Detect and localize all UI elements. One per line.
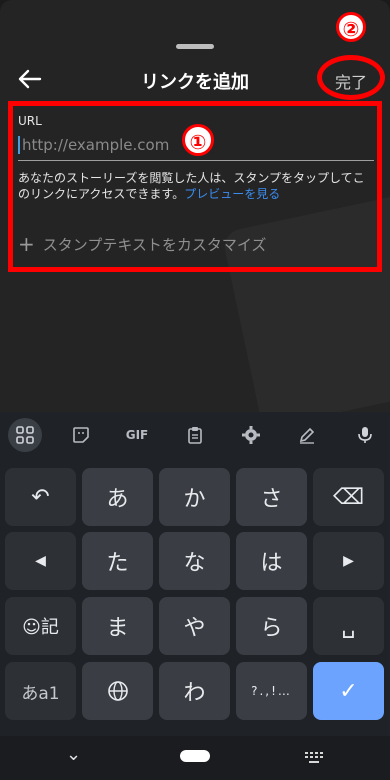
keyboard-toolbar: GIF [0, 412, 390, 458]
punctuation-key[interactable]: ?.,!… [236, 662, 307, 720]
key-ka[interactable]: か [159, 468, 230, 526]
key-ha[interactable]: は [236, 532, 307, 590]
clipboard-icon[interactable] [178, 418, 212, 452]
grid-icon[interactable] [8, 418, 42, 452]
plus-icon: + [18, 232, 35, 256]
key-ma[interactable]: ま [82, 597, 153, 655]
keyboard-icon[interactable] [304, 750, 324, 769]
sticker-icon[interactable] [64, 418, 98, 452]
key-ta[interactable]: た [82, 532, 153, 590]
annotation-number-2: ② [336, 12, 366, 42]
mic-icon[interactable] [348, 418, 382, 452]
input-mode-key[interactable]: あa1 [5, 662, 76, 720]
key-ya[interactable]: や [159, 597, 230, 655]
customize-sticker-text-button[interactable]: + スタンプテキストをカスタマイズ [18, 233, 266, 255]
home-pill[interactable] [180, 750, 210, 762]
preview-link[interactable]: プレビューを見る [184, 187, 280, 201]
nav-back-button[interactable]: ⌄ [66, 744, 81, 765]
url-label: URL [18, 114, 42, 128]
key-ra[interactable]: ら [236, 597, 307, 655]
done-highlight-circle [317, 55, 385, 100]
backspace-key[interactable]: ⌫ [313, 468, 384, 526]
undo-key[interactable]: ↶ [5, 468, 76, 526]
add-link-sheet: リンクを追加 完了 ② URL http://example.com ① あなた… [0, 0, 390, 412]
space-key[interactable]: ␣ [313, 597, 384, 655]
key-na[interactable]: な [159, 532, 230, 590]
url-placeholder: http://example.com [22, 136, 170, 154]
pen-icon[interactable] [290, 418, 324, 452]
left-arrow-key[interactable]: ◀ [5, 532, 76, 590]
globe-icon [107, 681, 128, 701]
key-a[interactable]: あ [82, 468, 153, 526]
annotation-number-1: ① [182, 124, 214, 156]
description-text: あなたのストーリーズを閲覧した人は、スタンプをタップしてこのリンクにアクセスでき… [18, 170, 374, 202]
enter-key[interactable]: ✓ [313, 662, 384, 720]
drag-handle[interactable] [176, 44, 214, 49]
text-caret [18, 136, 20, 154]
key-wa[interactable]: わ [159, 662, 230, 720]
key-sa[interactable]: さ [236, 468, 307, 526]
right-arrow-key[interactable]: ▶ [313, 532, 384, 590]
emoji-symbol-key[interactable]: ☺記 [5, 597, 76, 655]
settings-icon[interactable] [234, 418, 268, 452]
globe-key[interactable] [82, 662, 153, 720]
navigation-bar: ⌄ [0, 736, 390, 780]
keyboard: GIF ↶ あ か さ ⌫ ◀ た な は ▶ ☺記 ま や ら ␣ あa1 わ… [0, 412, 390, 780]
customize-label: スタンプテキストをカスタマイズ [42, 235, 267, 254]
gif-button[interactable]: GIF [120, 418, 154, 452]
